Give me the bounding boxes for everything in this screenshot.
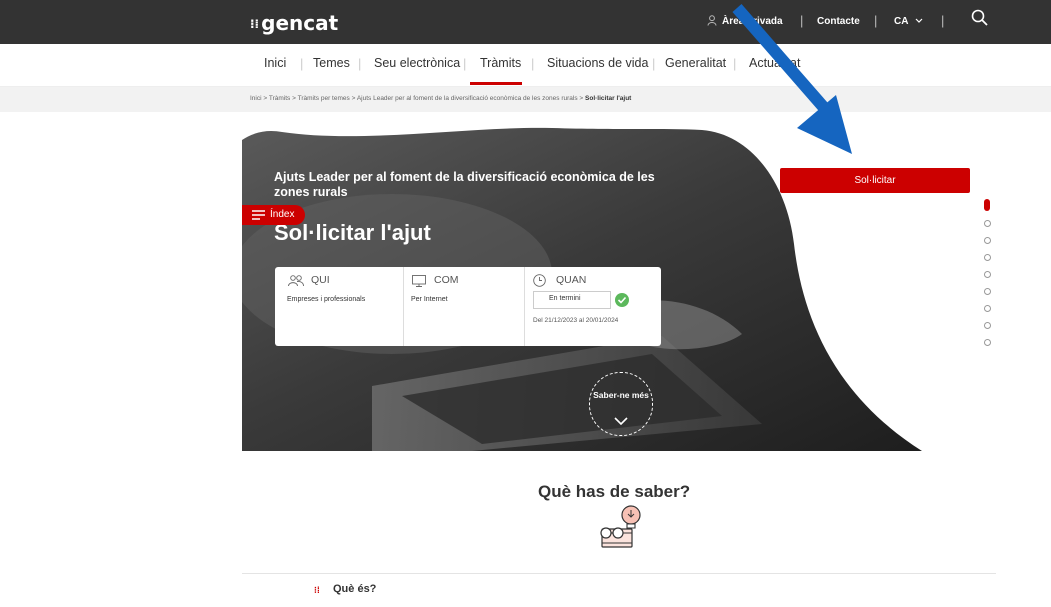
saber-mes-label: Saber-ne més [593,390,649,400]
clock-icon [533,274,546,287]
divider: | [300,56,304,71]
gencat-dots-icon: ⁝⁞ [314,585,320,595]
index-label: Índex [270,209,295,220]
menu-item-generalitat[interactable]: Generalitat [665,56,726,70]
nav-dot[interactable] [984,237,991,244]
menu-item-inici[interactable]: Inici [264,56,286,70]
contacte-link[interactable]: Contacte [817,16,860,27]
breadcrumb-bar: Inici > Tràmits > Tràmits per temes > Aj… [0,87,1051,112]
check-icon [615,293,629,307]
status-badge: En termini [533,291,611,309]
divider: | [463,56,467,71]
search-icon[interactable] [970,8,990,28]
com-label: COM [434,274,459,286]
divider: | [941,13,945,28]
sollicitar-label: Sol·licitar [854,175,896,186]
quan-label: QUAN [556,274,587,286]
breadcrumb-item-ajuts-leader[interactable]: Ajuts Leader per al foment de la diversi… [357,95,578,102]
divider: | [874,13,878,28]
que-es-heading[interactable]: Què és? [333,583,376,595]
date-range: Del 21/12/2023 al 20/01/2024 [533,317,619,324]
qui-value: Empreses i professionals [287,296,366,303]
monitor-icon [412,275,426,287]
nav-dot[interactable] [984,322,991,329]
nav-dot[interactable] [984,271,991,278]
area-privada-link[interactable]: Àrea privada [722,16,783,27]
divider [242,573,996,574]
com-value: Per Internet [411,296,448,303]
section-heading: Què has de saber? [538,482,691,501]
logo-mark: ⁝⁞ [250,17,260,31]
nav-dot[interactable] [984,254,991,261]
qui-column: QUI Empreses i professionals [275,267,403,346]
language-selector[interactable]: CA [894,16,923,27]
top-bar: ⁝⁞ gencat Àrea privada | Contacte | CA | [0,0,1051,44]
user-icon[interactable] [707,15,717,26]
divider: | [652,56,656,71]
hero-subtitle: Ajuts Leader per al foment de la diversi… [274,170,655,199]
breadcrumb-separator: > [579,95,584,102]
breadcrumb-item-inici[interactable]: Inici [250,95,262,102]
divider: | [733,56,737,71]
nav-dot[interactable] [984,288,991,295]
breadcrumb-item-tramits[interactable]: Tràmits [269,95,290,102]
logo-text: gencat [261,11,339,35]
divider: | [358,56,362,71]
active-menu-indicator [470,82,522,85]
index-button[interactable]: Índex [242,205,305,225]
com-column: COM Per Internet [404,267,524,346]
procedure-info-card: QUI Empreses i professionals COM Per Int… [275,267,661,346]
breadcrumb-separator: > [263,95,268,102]
language-label: CA [894,16,909,27]
breadcrumb: Inici > Tràmits > Tràmits per temes > Aj… [250,95,631,102]
divider: | [800,13,804,28]
menu-item-seu-electronica[interactable]: Seu electrònica [374,56,460,70]
status-text: En termini [549,295,581,302]
nav-dot[interactable] [984,339,991,346]
chevron-down-icon [614,417,628,425]
gencat-logo[interactable]: ⁝⁞ gencat [250,11,338,35]
nav-dot-active[interactable] [984,199,990,211]
menu-item-actualitat[interactable]: Actualitat [749,56,800,70]
book-lightbulb-icon [600,505,641,548]
sollicitar-button[interactable]: Sol·licitar [780,168,970,193]
breadcrumb-current: Sol·licitar l'ajut [585,95,632,102]
menu-item-temes[interactable]: Temes [313,56,350,70]
hamburger-icon [252,210,265,220]
nav-dot[interactable] [984,305,991,312]
divider [524,267,525,346]
divider: | [531,56,535,71]
chevron-down-icon [915,18,923,23]
breadcrumb-item-tramits-per-temes[interactable]: Tràmits per temes [298,95,350,102]
menu-item-tramits[interactable]: Tràmits [480,56,521,70]
qui-label: QUI [311,274,330,286]
main-menu: Inici | Temes | Seu electrònica | Tràmit… [0,44,1051,87]
menu-item-situacions-de-vida[interactable]: Situacions de vida [547,56,648,70]
users-icon [288,275,304,287]
saber-mes-button[interactable]: Saber-ne més [589,372,653,436]
breadcrumb-separator: > [351,95,356,102]
nav-dot[interactable] [984,220,991,227]
breadcrumb-separator: > [292,95,296,102]
